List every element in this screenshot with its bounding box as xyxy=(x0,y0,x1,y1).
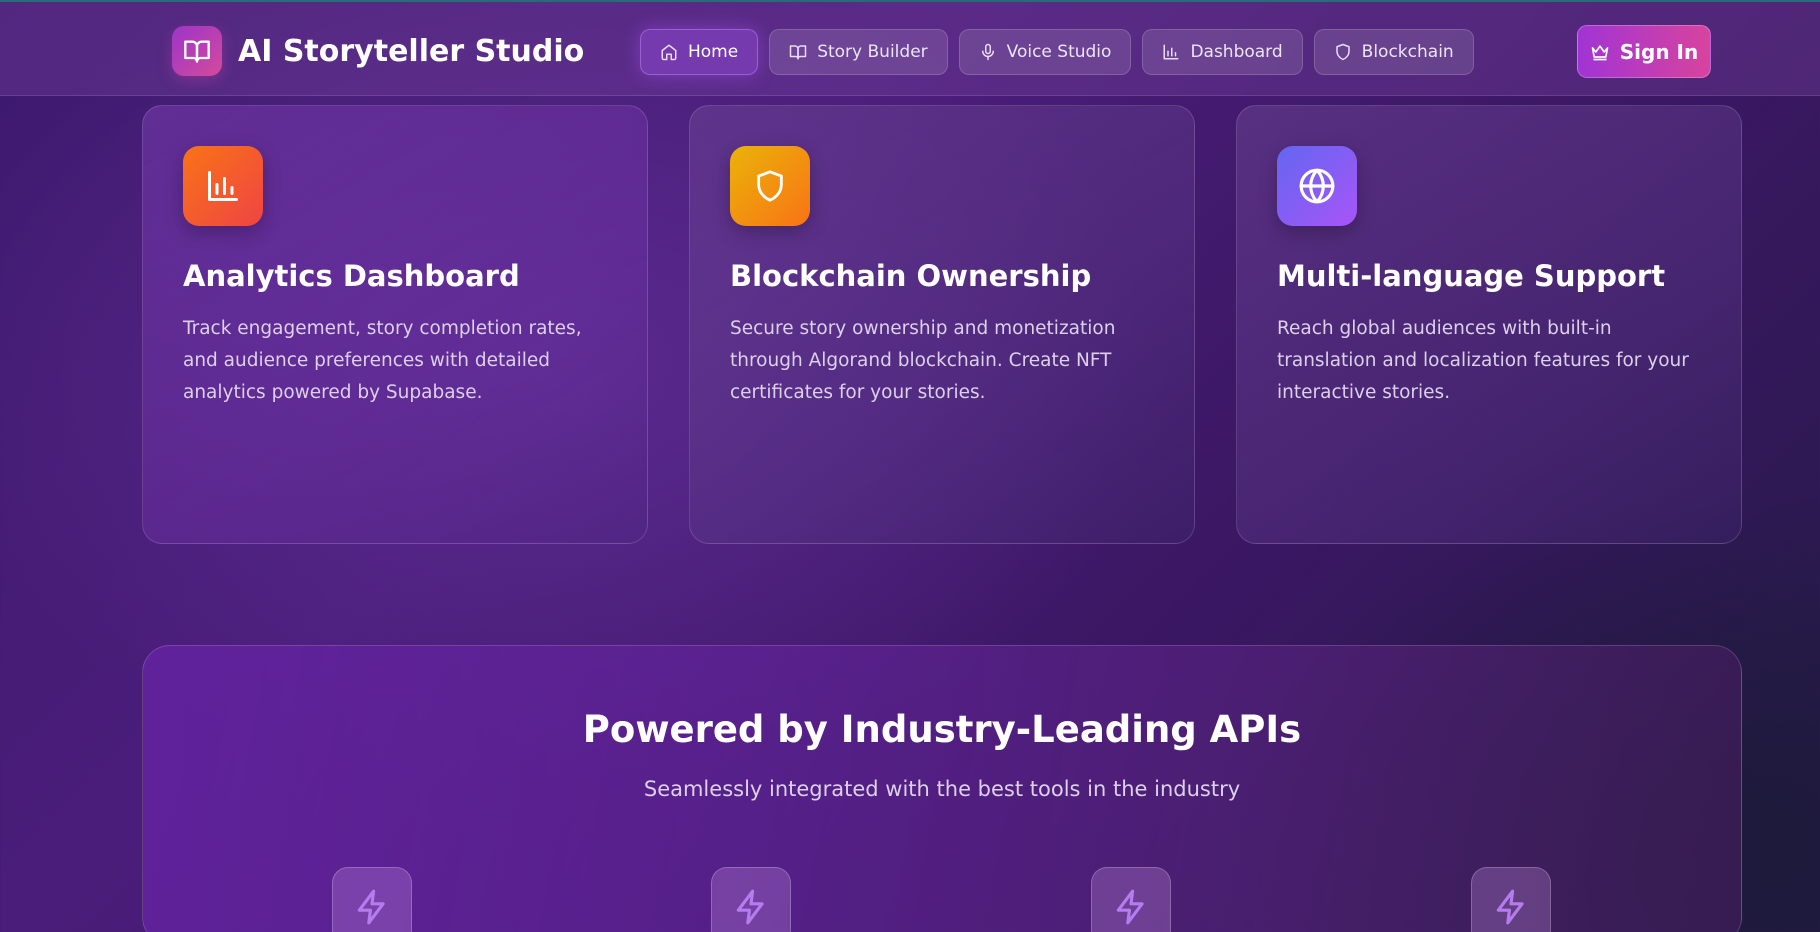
feature-card-analytics: Analytics Dashboard Track engagement, st… xyxy=(142,105,648,544)
api-tile xyxy=(332,867,412,932)
feature-cards: Analytics Dashboard Track engagement, st… xyxy=(142,105,1742,544)
page: AI Storyteller Studio Home Story Builder xyxy=(0,0,1820,932)
nav-home-label: Home xyxy=(688,42,739,62)
apis-title: Powered by Industry-Leading APIs xyxy=(582,708,1302,751)
feature-card-multilanguage: Multi-language Support Reach global audi… xyxy=(1236,105,1742,544)
bar-chart-icon xyxy=(1163,44,1179,60)
top-navbar: AI Storyteller Studio Home Story Builder xyxy=(0,0,1820,96)
nav-home[interactable]: Home xyxy=(640,29,759,75)
shield-icon xyxy=(1335,43,1350,61)
lightning-icon xyxy=(357,889,385,925)
microphone-icon xyxy=(981,43,994,61)
apis-subtitle: Seamlessly integrated with the best tool… xyxy=(643,777,1241,801)
crown-icon xyxy=(1591,44,1609,60)
nav-story-builder[interactable]: Story Builder xyxy=(769,29,948,75)
feature-card-blockchain: Blockchain Ownership Secure story owners… xyxy=(689,105,1195,544)
apis-section: Powered by Industry-Leading APIs Seamles… xyxy=(142,645,1742,932)
globe-icon xyxy=(1277,146,1357,226)
bar-chart-icon xyxy=(183,146,263,226)
nav-voice-studio[interactable]: Voice Studio xyxy=(958,29,1132,75)
sign-in-button[interactable]: Sign In xyxy=(1577,25,1711,78)
lightning-icon xyxy=(1116,889,1144,925)
main-nav: Home Story Builder Voice Studio Dashboar… xyxy=(640,29,1474,75)
nav-blockchain[interactable]: Blockchain xyxy=(1313,29,1474,75)
nav-dashboard-label: Dashboard xyxy=(1190,42,1283,62)
nav-story-builder-label: Story Builder xyxy=(817,42,928,62)
sign-in-label: Sign In xyxy=(1619,39,1699,64)
nav-blockchain-label: Blockchain xyxy=(1361,42,1454,62)
feature-description: Reach global audiences with built-in tra… xyxy=(1277,318,1689,403)
book-open-icon xyxy=(789,45,807,60)
shield-icon xyxy=(730,146,810,226)
feature-description: Secure story ownership and monetization … xyxy=(730,318,1116,403)
feature-title: Multi-language Support xyxy=(1277,259,1666,293)
home-icon xyxy=(661,44,677,61)
brand-title: AI Storyteller Studio xyxy=(238,33,585,69)
api-tile xyxy=(1091,867,1171,932)
lightning-icon xyxy=(1496,889,1524,925)
book-open-icon xyxy=(172,26,222,76)
brand[interactable]: AI Storyteller Studio xyxy=(172,26,584,76)
feature-description: Track engagement, story completion rates… xyxy=(183,318,582,403)
lightning-icon xyxy=(736,889,764,925)
nav-dashboard[interactable]: Dashboard xyxy=(1142,29,1303,75)
api-tile xyxy=(711,867,791,932)
feature-title: Analytics Dashboard xyxy=(183,259,520,293)
feature-title: Blockchain Ownership xyxy=(730,259,1092,293)
nav-voice-studio-label: Voice Studio xyxy=(1006,42,1112,62)
api-tile xyxy=(1471,867,1551,932)
